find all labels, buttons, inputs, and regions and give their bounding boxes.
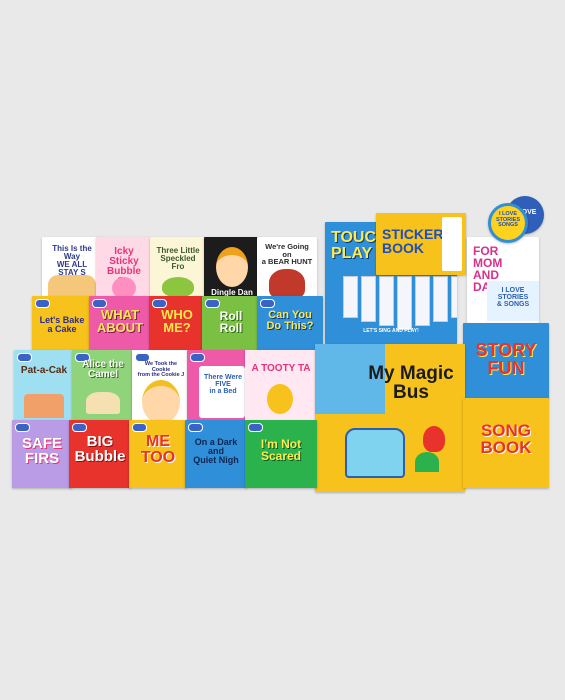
book-title: A TOOTY TA: [251, 363, 311, 374]
tree-illustration: [415, 452, 439, 472]
book-title: We're Going on a BEAR HUNT: [261, 242, 313, 266]
brand-logo: [35, 299, 50, 308]
book-who-me: WHO ME?: [149, 296, 205, 352]
book-title: BIG Bubble: [74, 433, 126, 465]
book-me-too: ME TOO: [129, 420, 187, 488]
book-title: SAFE FIRS: [21, 435, 62, 467]
book-title: ME TOO: [140, 433, 176, 466]
book-three-little-frogs: Three Little Speckled Fro: [150, 237, 206, 303]
book-tooty-ta: A TOOTY TA: [245, 350, 317, 422]
book-title: Roll Roll: [219, 309, 243, 335]
book-roll-over: Roll Roll: [202, 296, 260, 352]
book-what-about: WHAT ABOUT: [89, 296, 151, 352]
book-sticker-book: STICKER BOOK: [376, 213, 466, 275]
brand-logo: [17, 353, 32, 362]
brand-logo: [72, 423, 87, 432]
key: [361, 276, 376, 322]
brand-logo: [15, 423, 30, 432]
book-title: WHO ME?: [161, 307, 193, 335]
book-big-bubbles: BIG Bubble: [69, 420, 131, 488]
book-title: SONG BOOK: [480, 421, 532, 457]
book-song-book: SONG BOOK: [463, 398, 549, 488]
book-bear-hunt: We're Going on a BEAR HUNT: [257, 237, 317, 303]
brand-logo: [188, 423, 203, 432]
book-title: Can You Do This?: [266, 309, 314, 332]
book-subtitle: LET'S SING AND PLAY!: [363, 328, 419, 334]
book-subtitle: I LOVE STORIES & SONGS: [496, 287, 530, 308]
book-set-photo: This Is the Way WE ALL STAY S Icky Stick…: [0, 0, 565, 700]
kid-illustration: [142, 380, 180, 422]
cake-illustration: [24, 394, 64, 418]
key: [433, 276, 448, 322]
book-title: On a Dark and Quiet Nigh: [193, 437, 239, 465]
book-title: Alice the Camel: [82, 359, 124, 380]
key: [343, 276, 358, 318]
book-title: I'm Not Scared: [260, 437, 302, 463]
book-title: WHAT ABOUT: [96, 307, 144, 335]
book-title: My Magic Bus: [368, 363, 454, 403]
camel-illustration: [86, 392, 120, 414]
book-on-a-dark-night: On a Dark and Quiet Nigh: [185, 420, 247, 488]
brand-logo: [132, 423, 147, 432]
book-five-in-a-bed: There Were FIVE in a Bed: [187, 350, 247, 422]
book-for-mom-and-dad: FOR MOM AND DA I LOVE STORIES & SONGS: [467, 237, 539, 323]
brand-logo: [248, 423, 263, 432]
book-alice-the-camel: Alice the Camel: [72, 350, 134, 422]
sticker-strip: [442, 217, 462, 271]
brand-logo: [190, 353, 205, 362]
book-dingle-dangle: Dingle Dan: [204, 237, 260, 303]
xylophone-keys: [343, 276, 457, 330]
book-safety-first: SAFE FIRS: [12, 420, 72, 488]
bear-illustration: [269, 269, 305, 299]
book-story-fun: STORY FUN: [463, 323, 549, 399]
book-title: We Took the Cookie from the Cookie J: [137, 361, 185, 378]
brand-logo: [260, 299, 275, 308]
key: [415, 276, 430, 326]
book-title: Pat-a-Cak: [20, 365, 68, 376]
key: [451, 276, 457, 318]
book-lets-bake-a-cake: Let's Bake a Cake: [32, 296, 92, 352]
book-this-is-the-way: This Is the Way WE ALL STAY S: [42, 237, 102, 303]
book-im-not-scared: I'm Not Scared: [245, 420, 317, 488]
book-cookie-jar: We Took the Cookie from the Cookie J: [132, 350, 190, 422]
dancer-illustration: [267, 384, 293, 414]
book-pat-a-cake: Pat-a-Cak: [14, 350, 74, 422]
tree-illustration: [423, 426, 445, 452]
disc-label: I LOVE STORIES SONGS: [495, 211, 521, 228]
key: [379, 276, 394, 326]
book-title: Let's Bake a Cake: [39, 315, 85, 334]
face-illustration: [216, 247, 248, 287]
book-title: STORY FUN: [475, 340, 537, 378]
book-title: This Is the Way WE ALL STAY S: [52, 244, 92, 277]
bus-illustration: [345, 428, 405, 478]
book-title: Three Little Speckled Fro: [156, 246, 200, 271]
book-title: There Were FIVE in a Bed: [204, 374, 242, 395]
key: [397, 276, 412, 330]
cd-disc: I LOVE STORIES SONGS: [488, 203, 528, 243]
book-my-magic-bus: My Magic Bus: [315, 344, 465, 492]
book-can-you-do-this: Can You Do This?: [257, 296, 323, 352]
book-icky-sticky: Icky Sticky Bubble Gu: [96, 237, 152, 303]
frog-illustration: [162, 277, 194, 297]
brand-logo: [205, 299, 220, 308]
